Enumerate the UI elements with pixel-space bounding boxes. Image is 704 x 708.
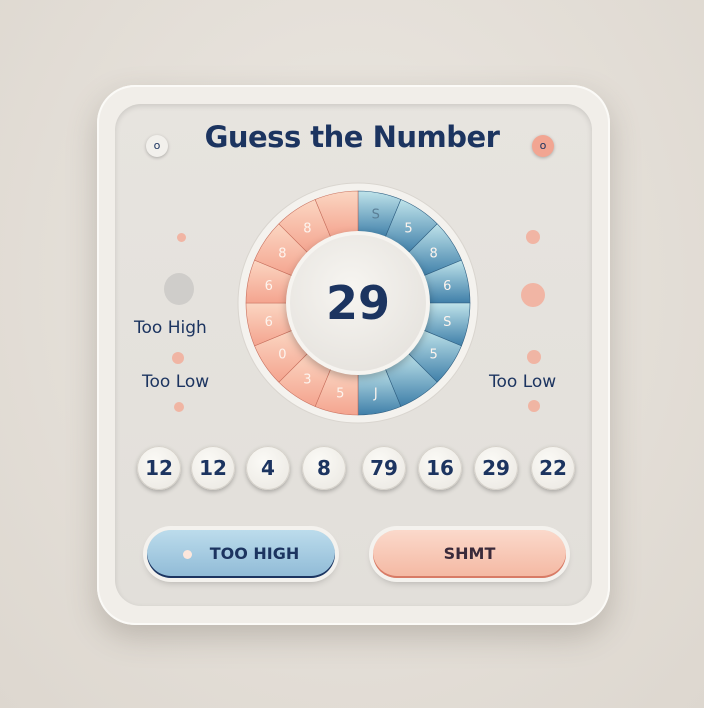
guess-chip[interactable]: 29	[474, 446, 518, 490]
dial-segment-label: 5	[404, 221, 412, 236]
dial-segment-label: 3	[303, 373, 311, 388]
status-dot-icon	[182, 550, 192, 559]
dial-segment-label: 0	[278, 348, 286, 363]
dial-segment-label: J	[373, 386, 378, 401]
guess-chip[interactable]: 12	[137, 446, 181, 490]
hint-button[interactable]: SHMT	[373, 530, 566, 578]
too-high-button-label: TOO HIGH	[209, 544, 300, 563]
dial-segment-label: 8	[278, 246, 286, 261]
dial-segment-label: 6	[265, 279, 273, 294]
dial-segment-label: 6	[265, 315, 273, 330]
hint-button-label: SHMT	[443, 544, 496, 563]
too-high-button[interactable]: TOO HIGH	[147, 530, 335, 578]
guess-chip[interactable]: 79	[362, 446, 406, 490]
guess-chip[interactable]: 16	[418, 446, 462, 490]
number-dial[interactable]: S 5 8 6 S 5 J 5 3 0 6 6 8 8 29	[0, 0, 704, 708]
dial-segment-label: 8	[430, 246, 438, 261]
dial-segment-label: S	[443, 315, 451, 330]
dial-segment-label: S	[372, 208, 380, 223]
current-guess: 29	[326, 276, 390, 330]
guess-chip[interactable]: 12	[191, 446, 235, 490]
dial-segment-label: 8	[303, 221, 311, 236]
guess-chip[interactable]: 22	[531, 446, 575, 490]
guess-chip[interactable]: 4	[246, 446, 290, 490]
guess-chip[interactable]: 8	[302, 446, 346, 490]
dial-segment-label: 6	[443, 279, 451, 294]
dial-segment-label: 5	[336, 386, 344, 401]
dial-segment-label: 5	[430, 348, 438, 363]
